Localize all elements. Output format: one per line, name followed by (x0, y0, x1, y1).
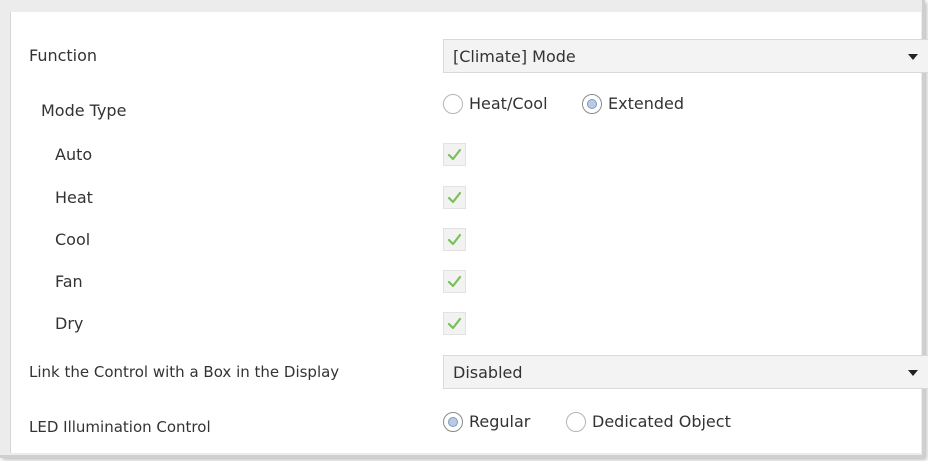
mode-label-heat: Heat (55, 188, 93, 207)
checkbox-fan[interactable] (443, 270, 466, 293)
radio-dedicated-object[interactable] (566, 412, 586, 432)
mode-label-auto: Auto (55, 145, 93, 164)
radio-heat-cool[interactable] (443, 94, 463, 114)
radio-heat-cool-label[interactable]: Heat/Cool (469, 94, 548, 114)
radio-regular-label[interactable]: Regular (469, 412, 530, 432)
checkbox-auto[interactable] (443, 143, 466, 166)
checkmark-icon (447, 275, 462, 288)
checkmark-icon (447, 233, 462, 246)
parameter-panel: Function [Climate] Mode Mode Type Heat/C… (10, 12, 928, 453)
radio-extended[interactable] (582, 94, 602, 114)
mode-label-fan: Fan (55, 272, 83, 291)
radio-regular[interactable] (443, 412, 463, 432)
checkmark-icon (447, 148, 462, 161)
function-dropdown-value: [Climate] Mode (453, 47, 576, 66)
link-box-label: Link the Control with a Box in the Displ… (29, 363, 340, 381)
checkbox-dry[interactable] (443, 312, 466, 335)
radio-dedicated-object-label[interactable]: Dedicated Object (592, 412, 731, 432)
mode-label-dry: Dry (55, 314, 84, 333)
checkmark-icon (447, 191, 462, 204)
function-dropdown[interactable]: [Climate] Mode (443, 39, 928, 73)
checkbox-heat[interactable] (443, 186, 466, 209)
checkmark-icon (447, 317, 462, 330)
function-label: Function (29, 46, 98, 65)
checkbox-cool[interactable] (443, 228, 466, 251)
mode-label-cool: Cool (55, 230, 91, 249)
chevron-down-icon (908, 370, 918, 376)
led-control-label: LED Illumination Control (29, 418, 211, 436)
link-box-dropdown-value: Disabled (453, 363, 523, 382)
chevron-down-icon (908, 54, 918, 60)
mode-type-label: Mode Type (41, 101, 127, 120)
radio-extended-label[interactable]: Extended (608, 94, 684, 114)
link-box-dropdown[interactable]: Disabled (443, 355, 928, 389)
